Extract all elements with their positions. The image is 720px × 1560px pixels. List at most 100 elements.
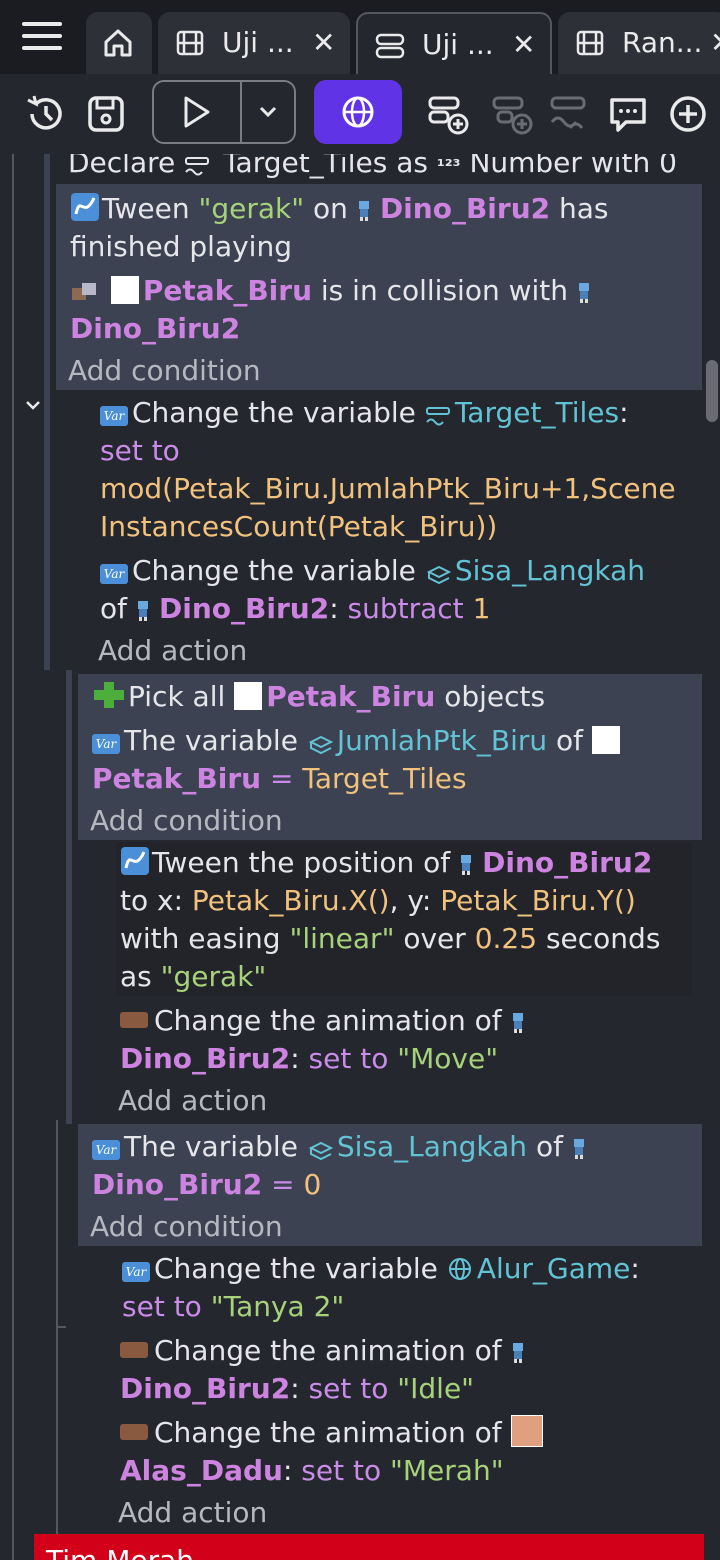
tab-ran[interactable]: Ran... ✕ <box>558 12 720 74</box>
object-name: Dino_Biru2 <box>379 192 551 225</box>
animation-name: "Merah" <box>390 1454 504 1487</box>
add-icon[interactable] <box>666 92 710 136</box>
condition-text-continued: finished playing <box>70 230 292 263</box>
action-text: Tween the position of <box>152 846 451 879</box>
events-icon <box>375 33 405 59</box>
action-tween-position-cont2: with easing "linear" over 0.25 seconds <box>120 920 660 958</box>
add-condition-button[interactable]: Add condition <box>90 802 283 840</box>
condition-collision[interactable]: Petak_Biru is in collision with <box>70 272 600 310</box>
add-action-button[interactable]: Add action <box>118 1494 267 1532</box>
scene-icon <box>176 30 204 56</box>
operator: = <box>271 1168 295 1201</box>
condition-text: of <box>556 724 584 757</box>
action-change-alur-game[interactable]: Var Change the variable Alur_Game: <box>122 1250 640 1288</box>
duration-value: 0.25 <box>474 922 538 955</box>
home-tab[interactable] <box>86 12 152 74</box>
condition-text: Pick all <box>128 680 226 713</box>
object-name: Dino_Biru2 <box>120 1042 291 1075</box>
condition-text: is in collision with <box>320 274 569 307</box>
expression: Petak_Biru.X() <box>191 884 390 917</box>
action-change-target-tiles[interactable]: Var Change the variable Target_Tiles: <box>100 394 629 432</box>
add-action-button[interactable]: Add action <box>98 632 247 670</box>
nesting-line <box>56 1326 66 1328</box>
action-text: Change the variable <box>132 396 416 429</box>
colon: : <box>329 592 339 625</box>
declare-label: Declare <box>68 154 176 179</box>
play-icon[interactable] <box>178 94 214 130</box>
tab-label: Uji ... <box>422 28 494 61</box>
chevron-down-icon[interactable] <box>256 100 280 124</box>
dino-sprite-icon <box>358 201 369 221</box>
variable-name: Alur_Game <box>476 1252 631 1285</box>
action-text: with easing <box>120 922 281 955</box>
string-value: "Tanya 2" <box>210 1290 345 1323</box>
action-change-animation-move[interactable]: Change the animation of <box>120 1002 534 1040</box>
action-tween-position-cont: to x: Petak_Biru.X(), y: Petak_Biru.Y() <box>120 882 636 920</box>
close-icon[interactable]: ✕ <box>512 14 535 76</box>
tab-uji-2-active[interactable]: Uji ... ✕ <box>356 12 552 74</box>
tween-identifier: "gerak" <box>160 960 267 993</box>
action-change-animation-idle[interactable]: Change the animation of <box>120 1332 534 1370</box>
dino-sprite-icon <box>512 1343 523 1363</box>
close-icon[interactable]: ✕ <box>710 12 720 74</box>
petak-sprite-icon <box>591 726 620 754</box>
scene-variable-icon <box>185 157 210 176</box>
dino-sprite-icon <box>138 601 148 621</box>
tab-label: Ran... <box>622 26 703 59</box>
variable-icon: Var <box>100 406 128 426</box>
dino-sprite-icon <box>579 283 590 303</box>
object-name: Petak_Biru <box>92 762 262 795</box>
condition-tween-finished[interactable]: Tween "gerak" on Dino_Biru2 has <box>70 190 609 228</box>
action-change-animation-merah[interactable]: Change the animation of <box>120 1414 543 1452</box>
tab-uji-1[interactable]: Uji ... ✕ <box>158 12 350 74</box>
object-name: Dino_Biru2 <box>159 592 330 625</box>
collision-icon <box>72 283 96 300</box>
event-sheet: Declare Target_Tiles as ¹²³ Number with … <box>0 154 720 1560</box>
dino-sprite-icon <box>573 1139 584 1159</box>
action-text: Change the variable <box>132 554 416 587</box>
expression: mod(Petak_Biru.JumlahPtk_Biru+1,Scene <box>100 472 676 505</box>
globe-icon <box>342 96 374 128</box>
action-text: Change the animation of <box>154 1416 502 1449</box>
condition-variable-sisa[interactable]: Var The variable Sisa_Langkah of <box>92 1128 595 1166</box>
action-tween-position[interactable]: Tween the position of Dino_Biru2 <box>120 844 652 882</box>
action-text: , y: <box>389 884 432 917</box>
add-event-icon[interactable] <box>426 92 470 136</box>
action-tween-position-cont3: as "gerak" <box>120 958 266 996</box>
action-text: of <box>100 592 127 625</box>
menu-icon[interactable] <box>22 22 62 54</box>
add-condition-button[interactable]: Add condition <box>68 352 261 390</box>
declare-type: Number <box>469 154 582 179</box>
operator: = <box>270 762 294 795</box>
comment-icon[interactable] <box>606 92 650 136</box>
declare-initial: with 0 <box>590 154 677 179</box>
comment-text: Tim Merah <box>46 1542 194 1560</box>
colon: : <box>290 1042 300 1075</box>
declare-line[interactable]: Declare Target_Tiles as ¹²³ Number with … <box>68 154 677 186</box>
animation-icon <box>120 1342 148 1358</box>
object-name: Alas_Dadu <box>120 1454 283 1487</box>
value: 0 <box>303 1168 322 1201</box>
scrollbar-thumb[interactable] <box>706 360 718 422</box>
colon: : <box>619 396 629 429</box>
comment-block[interactable]: Tim Merah <box>34 1534 704 1560</box>
action-text: over <box>403 922 466 955</box>
history-icon[interactable] <box>24 92 68 136</box>
colon: : <box>282 1454 293 1487</box>
collapse-chevron-icon[interactable] <box>22 394 44 416</box>
add-action-button[interactable]: Add action <box>118 1082 267 1120</box>
add-condition-button[interactable]: Add condition <box>90 1208 283 1246</box>
save-icon[interactable] <box>84 92 128 136</box>
network-preview-button[interactable] <box>314 80 402 144</box>
condition-text: on <box>313 192 348 225</box>
condition-text: The variable <box>124 1130 298 1163</box>
close-icon[interactable]: ✕ <box>312 12 335 74</box>
add-variable-icon <box>550 96 586 129</box>
action-text: Change the animation of <box>154 1334 502 1367</box>
action-change-sisa-langkah[interactable]: Var Change the variable Sisa_Langkah <box>100 552 645 590</box>
nesting-bar <box>44 154 50 670</box>
condition-pick-all[interactable]: Pick all Petak_Biru objects <box>92 678 545 716</box>
condition-variable-jumlah[interactable]: Var The variable JumlahPtk_Biru of <box>92 722 624 760</box>
action-text: Change the animation of <box>154 1004 502 1037</box>
condition-text: objects <box>444 680 546 713</box>
